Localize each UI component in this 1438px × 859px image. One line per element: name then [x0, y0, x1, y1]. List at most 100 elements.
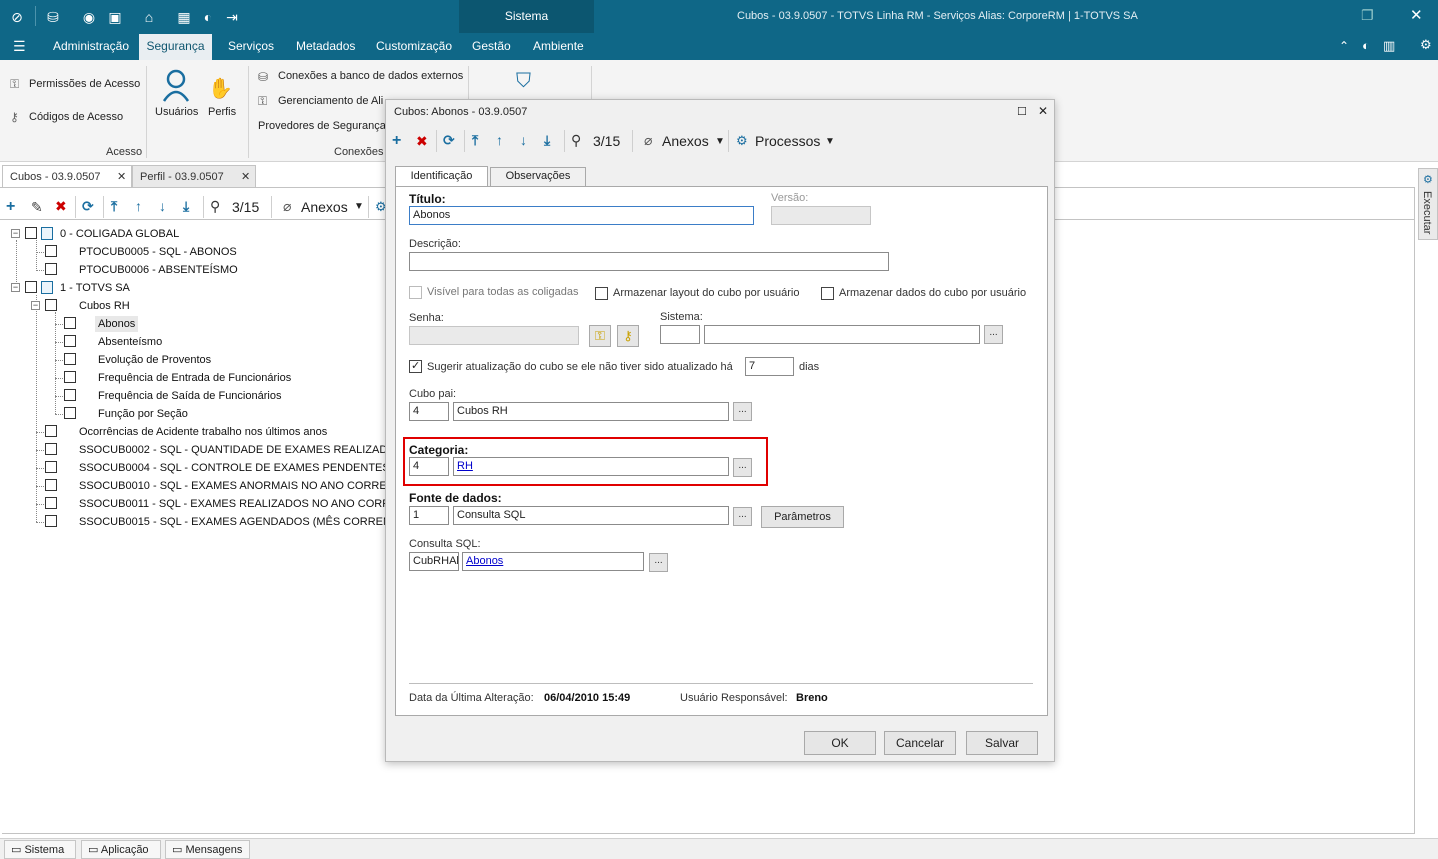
eye-icon[interactable]: ◉: [80, 8, 98, 26]
descricao-field[interactable]: [409, 252, 889, 271]
salvar-button[interactable]: Salvar: [966, 731, 1038, 755]
collapse-icon[interactable]: −: [11, 283, 20, 292]
key-remove-icon[interactable]: ⚷: [617, 325, 639, 347]
security-hand-icon[interactable]: ⛉: [516, 70, 531, 93]
menu-servicos[interactable]: Serviços: [228, 39, 274, 53]
tree-node[interactable]: SSOCUB0015 - SQL - EXAMES AGENDADOS (MÊS…: [79, 514, 385, 530]
add-icon[interactable]: +: [6, 198, 15, 216]
titulo-field[interactable]: Abonos: [409, 206, 754, 225]
categoria-name-field[interactable]: RH: [453, 457, 729, 476]
menu-customizacao[interactable]: Customização: [376, 39, 452, 53]
tree-node[interactable]: PTOCUB0006 - ABSENTEÍSMO: [79, 262, 238, 278]
chevron-down-icon[interactable]: ▼: [825, 136, 835, 147]
tab-identificacao[interactable]: Identificação: [395, 166, 488, 187]
prev-icon[interactable]: ↑: [135, 198, 142, 214]
tree-checkbox[interactable]: [25, 227, 37, 239]
edit-icon[interactable]: ✎: [31, 199, 43, 216]
key-icon[interactable]: ⚿: [589, 325, 611, 347]
consulta-code-field[interactable]: CubRHAb: [409, 552, 459, 571]
next-icon[interactable]: ↓: [520, 132, 527, 148]
tree-node[interactable]: Ocorrências de Acidente trabalho nos últ…: [79, 424, 327, 440]
tree-checkbox[interactable]: [45, 479, 57, 491]
executar-panel-tab[interactable]: ⚙ Executar: [1418, 168, 1438, 240]
chevron-down-icon[interactable]: ▼: [715, 136, 725, 147]
search-icon[interactable]: ⚲: [210, 198, 220, 215]
gerenciamento-alias-button[interactable]: Gerenciamento de Ali: [278, 95, 383, 107]
user-icon[interactable]: [162, 69, 190, 103]
consulta-name-field[interactable]: Abonos: [462, 552, 644, 571]
categoria-link[interactable]: RH: [457, 460, 473, 472]
add-icon[interactable]: +: [392, 132, 401, 150]
consulta-link[interactable]: Abonos: [466, 555, 503, 567]
tree-node[interactable]: SSOCUB0004 - SQL - CONTROLE DE EXAMES PE…: [79, 460, 385, 476]
home-icon[interactable]: ⌂: [140, 8, 158, 26]
next-icon[interactable]: ↓: [159, 198, 166, 214]
tree-node-coligada-global[interactable]: 0 - COLIGADA GLOBAL: [60, 226, 179, 242]
calculator-icon[interactable]: ▦: [175, 8, 193, 26]
close-tab-icon[interactable]: ✕: [241, 170, 250, 183]
permissoes-acesso-button[interactable]: Permissões de Acesso: [29, 78, 140, 90]
search-icon[interactable]: ⚲: [571, 132, 581, 149]
menu-seguranca[interactable]: Segurança: [139, 34, 212, 60]
tree-checkbox[interactable]: [64, 389, 76, 401]
tree-checkbox[interactable]: [25, 281, 37, 293]
tree-checkbox[interactable]: [64, 407, 76, 419]
tree-node-totvs-sa[interactable]: 1 - TOTVS SA: [60, 280, 130, 296]
collapse-icon[interactable]: −: [31, 301, 40, 310]
menu-administracao[interactable]: Administração: [53, 39, 129, 53]
tree-node[interactable]: SSOCUB0011 - SQL - EXAMES REALIZADOS NO …: [79, 496, 385, 512]
tree-checkbox[interactable]: [45, 497, 57, 509]
close-tab-icon[interactable]: ✕: [117, 170, 126, 183]
tree-node[interactable]: Frequência de Entrada de Funcionários: [98, 370, 291, 386]
last-icon[interactable]: ⤓: [544, 132, 550, 149]
help-icon[interactable]: ◐: [1362, 38, 1370, 53]
codigos-acesso-button[interactable]: Códigos de Acesso: [29, 111, 123, 123]
parametros-button[interactable]: Parâmetros: [761, 506, 844, 528]
totvs-logo-icon[interactable]: ⊘: [8, 8, 26, 26]
tree-node[interactable]: Frequência de Saída de Funcionários: [98, 388, 281, 404]
tab-cubos[interactable]: Cubos - 03.9.0507 ✕: [2, 165, 132, 187]
menu-icon[interactable]: ☰: [13, 38, 26, 55]
tree-checkbox[interactable]: [45, 515, 57, 527]
refresh-icon[interactable]: ⟳: [443, 132, 455, 149]
tree-node[interactable]: SSOCUB0010 - SQL - EXAMES ANORMAIS NO AN…: [79, 478, 385, 494]
hierarchy-icon[interactable]: ⛁: [44, 8, 62, 26]
maximize-icon[interactable]: ☐: [1017, 105, 1027, 118]
tree-checkbox[interactable]: [45, 425, 57, 437]
tree-checkbox[interactable]: [45, 245, 57, 257]
consulta-lookup-button[interactable]: ...: [649, 553, 668, 572]
exit-icon[interactable]: ⇥: [223, 8, 241, 26]
settings-icon[interactable]: ⚙: [1420, 37, 1432, 53]
menu-metadados[interactable]: Metadados: [296, 39, 355, 53]
prev-icon[interactable]: ↑: [496, 132, 503, 148]
ok-button[interactable]: OK: [804, 731, 876, 755]
tree-node[interactable]: SSOCUB0002 - SQL - QUANTIDADE DE EXAMES …: [79, 442, 385, 458]
status-sistema-button[interactable]: ▭ Sistema: [4, 840, 76, 859]
tree-checkbox[interactable]: [45, 461, 57, 473]
fonte-lookup-button[interactable]: ...: [733, 507, 752, 526]
cubo-pai-code-field[interactable]: 4: [409, 402, 449, 421]
refresh-icon[interactable]: ⟳: [82, 198, 94, 215]
status-aplicacao-button[interactable]: ▭ Aplicação: [81, 840, 161, 859]
tree-node[interactable]: PTOCUB0005 - SQL - ABONOS: [79, 244, 237, 260]
tree-node-selected[interactable]: Abonos: [95, 316, 139, 332]
conexoes-externos-button[interactable]: Conexões a banco de dados externos: [278, 70, 463, 82]
sugerir-dias-field[interactable]: 7: [745, 357, 794, 376]
tree-checkbox[interactable]: [64, 335, 76, 347]
categoria-code-field[interactable]: 4: [409, 457, 449, 476]
sugerir-checkbox[interactable]: ✓: [409, 360, 422, 373]
sistema-lookup-button[interactable]: ...: [984, 325, 1003, 344]
fonte-name-field[interactable]: Consulta SQL: [453, 506, 729, 525]
collapse-icon[interactable]: −: [11, 229, 20, 238]
tree-checkbox[interactable]: [45, 443, 57, 455]
status-mensagens-button[interactable]: ▭ Mensagens: [165, 840, 250, 859]
tree-node-cubos-rh[interactable]: Cubos RH: [79, 298, 130, 314]
processos-button[interactable]: Processos: [755, 133, 820, 149]
perfis-button[interactable]: Perfis: [208, 106, 236, 118]
tree-node[interactable]: Absenteísmo: [98, 334, 162, 350]
tree-checkbox[interactable]: [64, 371, 76, 383]
tab-observacoes[interactable]: Observações: [490, 167, 586, 186]
minimize-ribbon-icon[interactable]: ⌃: [1339, 39, 1349, 53]
tab-perfil[interactable]: Perfil - 03.9.0507 ✕: [132, 165, 256, 187]
cubo-pai-lookup-button[interactable]: ...: [733, 402, 752, 421]
